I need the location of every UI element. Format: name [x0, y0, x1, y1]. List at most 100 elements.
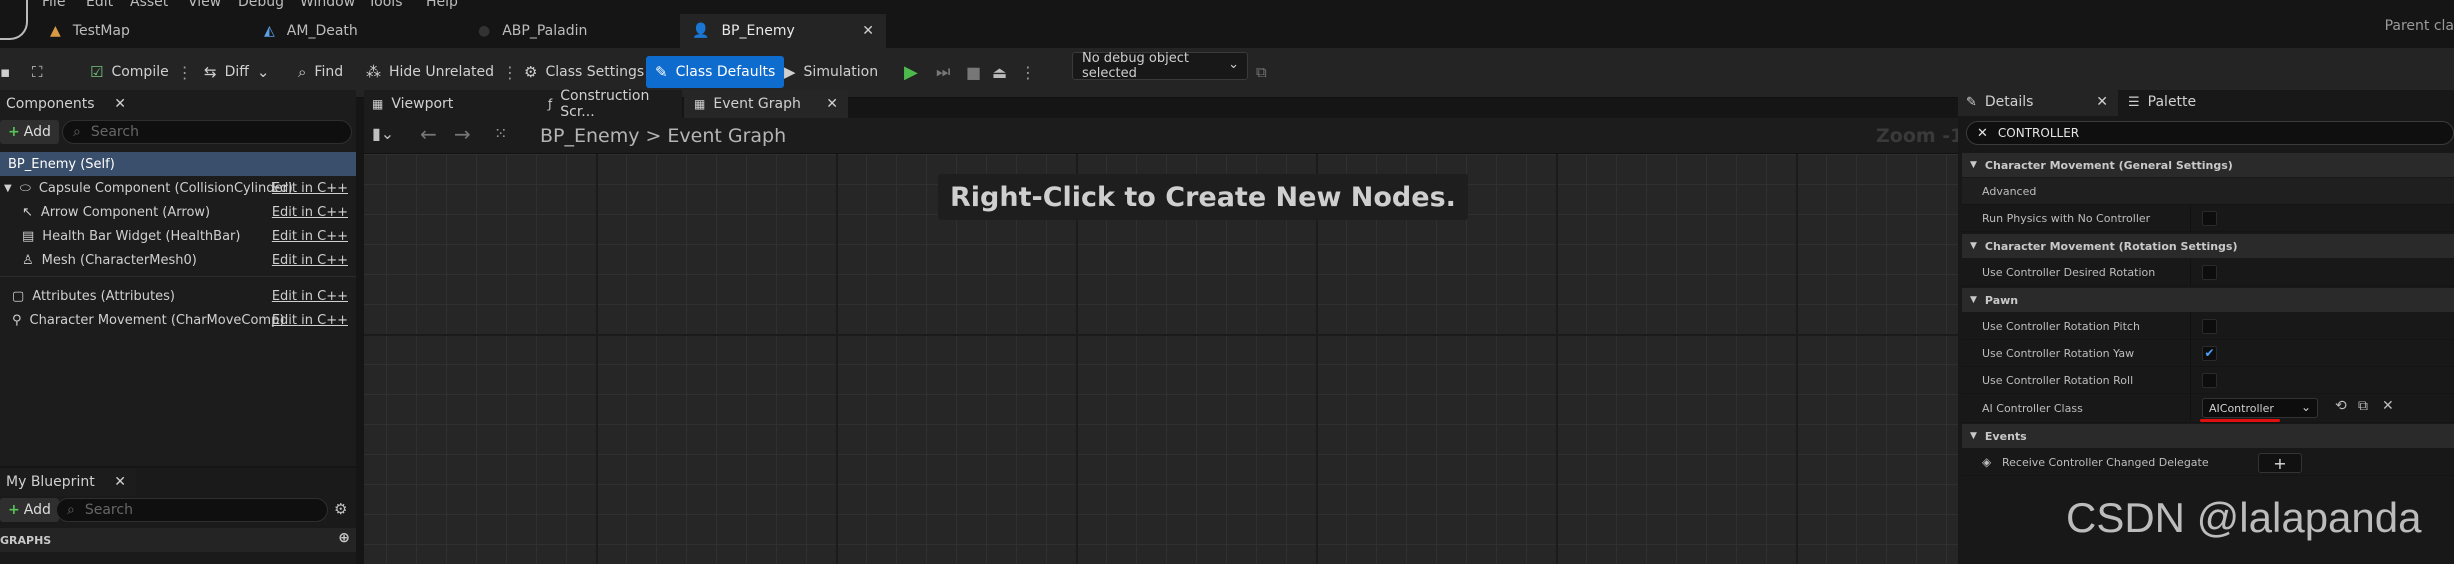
debug-object-select[interactable]: No debug object selected ⌄	[1072, 51, 1248, 81]
forward-arrow-icon[interactable]: →	[454, 122, 471, 146]
stop-button[interactable]: ■	[966, 56, 981, 88]
run-physics-checkbox[interactable]	[2202, 211, 2217, 226]
hide-unrelated-button[interactable]: ⁂ Hide Unrelated ⋮	[366, 56, 518, 88]
diff-icon: ⇆	[204, 63, 217, 81]
close-icon[interactable]: ✕	[862, 23, 874, 39]
section-pawn[interactable]: ▼ Pawn	[1962, 288, 2454, 312]
play-button[interactable]: ▶	[904, 56, 918, 88]
expand-arrow-icon[interactable]: ▼	[4, 183, 12, 194]
browse-button[interactable]: ⛶	[32, 56, 43, 88]
section-events[interactable]: ▼ Events	[1962, 424, 2454, 448]
plus-icon: +	[8, 502, 20, 518]
reset-arrow-icon[interactable]: ⟲	[2335, 398, 2347, 414]
close-icon[interactable]: ✕	[114, 96, 126, 112]
gear-icon[interactable]: ⚙	[334, 500, 347, 518]
component-row-movement[interactable]: ⚲ Character Movement (CharMoveComp) Edit…	[0, 308, 356, 332]
menu-tools[interactable]: Tools	[368, 0, 403, 10]
graphs-section[interactable]: GRAPHS ⊕	[0, 528, 356, 552]
menu-debug[interactable]: Debug	[238, 0, 284, 10]
add-component-button[interactable]: + Add	[0, 120, 59, 144]
tab-testmap[interactable]: ▲ TestMap	[38, 14, 246, 48]
component-row-self[interactable]: BP_Enemy (Self)	[0, 152, 356, 176]
rotation-roll-checkbox[interactable]	[2202, 373, 2217, 388]
browse-folder-icon[interactable]: ⧉	[2358, 398, 2368, 414]
add-member-button[interactable]: + Add	[0, 498, 59, 522]
section-character-movement-rotation[interactable]: ▼ Character Movement (Rotation Settings)	[1962, 234, 2454, 258]
eject-button[interactable]: ⏏	[992, 56, 1007, 88]
class-defaults-button[interactable]: ✎ Class Defaults	[646, 56, 785, 88]
tab-abp-paladin[interactable]: ● ABP_Paladin	[466, 14, 674, 48]
divider	[0, 276, 356, 277]
component-row-capsule[interactable]: ▼ ⬭ Capsule Component (CollisionCylinder…	[0, 176, 356, 200]
close-icon[interactable]: ✕	[2096, 94, 2108, 110]
tab-am-death[interactable]: ◭ AM_Death	[252, 14, 460, 48]
bookmark-icon[interactable]: ▮⌄	[372, 124, 394, 143]
close-icon[interactable]: ✕	[826, 96, 838, 112]
edit-in-cpp-link[interactable]: Edit in C++	[272, 289, 348, 304]
plus-icon: +	[8, 124, 20, 140]
tab-my-blueprint[interactable]: My Blueprint ✕	[0, 468, 136, 496]
save-button[interactable]: ▪	[0, 56, 10, 88]
menu-window[interactable]: Window	[300, 0, 355, 10]
play-options-button[interactable]: ⋮	[1020, 56, 1036, 88]
chevron-down-icon: ⌄	[2300, 400, 2311, 414]
rotation-pitch-checkbox[interactable]	[2202, 319, 2217, 334]
unreal-logo-icon[interactable]	[0, 0, 28, 40]
section-character-movement-general[interactable]: ▼ Character Movement (General Settings)	[1962, 153, 2454, 177]
row-rotation-pitch: Use Controller Rotation Pitch	[1962, 313, 2454, 340]
class-settings-button[interactable]: ⚙ Class Settings	[524, 56, 644, 88]
hide-options-icon[interactable]: ⋮	[502, 63, 518, 82]
find-button[interactable]: ⌕ Find	[298, 56, 343, 88]
tab-details[interactable]: ✎ Details ✕	[1958, 88, 2118, 116]
edit-in-cpp-link[interactable]: Edit in C++	[272, 205, 348, 220]
edit-in-cpp-link[interactable]: Edit in C++	[272, 253, 348, 268]
simulation-button[interactable]: ▶ Simulation	[784, 56, 878, 88]
compile-button[interactable]: ☑ Compile ⋮	[90, 56, 193, 88]
component-row-healthbar[interactable]: ▤ Health Bar Widget (HealthBar) Edit in …	[0, 224, 356, 248]
clear-icon[interactable]: ✕	[2382, 398, 2394, 414]
breadcrumb-leaf[interactable]: Event Graph	[667, 125, 786, 147]
row-ai-controller-class: AI Controller Class AIController ⌄ ⟲ ⧉ ✕	[1962, 394, 2454, 423]
add-graph-icon[interactable]: ⊕	[338, 530, 350, 546]
details-search-input[interactable]: ✕ CONTROLLER	[1966, 121, 2454, 145]
skeletal-mesh-icon: ♙	[22, 252, 34, 268]
tab-construction-script[interactable]: ƒ Construction Scr...	[538, 88, 682, 120]
menu-file[interactable]: File	[42, 0, 65, 10]
add-event-button[interactable]: +	[2258, 453, 2302, 473]
tab-event-graph[interactable]: ▦ Event Graph ✕	[684, 90, 848, 118]
desired-rotation-checkbox[interactable]	[2202, 265, 2217, 280]
close-icon[interactable]: ✕	[114, 474, 126, 490]
component-row-arrow[interactable]: ↖ Arrow Component (Arrow) Edit in C++	[0, 200, 356, 224]
watermark: CSDN @lalapanda	[2066, 494, 2422, 541]
my-blueprint-search-input[interactable]: ⌕ Search	[56, 498, 328, 522]
tab-components[interactable]: Components ✕	[0, 90, 136, 118]
advanced-row[interactable]: Advanced	[1962, 178, 2454, 205]
simulation-icon: ▶	[784, 63, 796, 81]
components-panel: Components ✕ + Add ⌕ Search BP_Enemy (Se…	[0, 90, 356, 466]
arrow-icon: ↖	[22, 204, 33, 220]
edit-in-cpp-link[interactable]: Edit in C++	[272, 229, 348, 244]
step-icon: ⏭	[936, 62, 951, 81]
diff-button[interactable]: ⇆ Diff ⌄	[204, 56, 269, 88]
menu-view[interactable]: View	[188, 0, 221, 10]
rotation-yaw-checkbox[interactable]: ✔	[2202, 346, 2217, 361]
edit-in-cpp-link[interactable]: Edit in C++	[272, 181, 348, 196]
menu-edit[interactable]: Edit	[86, 0, 113, 10]
menu-help[interactable]: Help	[426, 0, 458, 10]
tab-viewport[interactable]: ▦ Viewport	[364, 90, 538, 118]
ai-controller-class-select[interactable]: AIController ⌄	[2202, 398, 2318, 418]
menu-asset[interactable]: Asset	[130, 0, 168, 10]
breadcrumb-root[interactable]: BP_Enemy	[540, 125, 639, 147]
clear-search-icon[interactable]: ✕	[1977, 126, 1988, 141]
edit-in-cpp-link[interactable]: Edit in C++	[272, 313, 348, 328]
tab-palette[interactable]: ☰ Palette	[2124, 88, 2244, 116]
component-row-mesh[interactable]: ♙ Mesh (CharacterMesh0) Edit in C++	[0, 248, 356, 272]
components-search-input[interactable]: ⌕ Search	[62, 120, 352, 144]
debug-browse-button[interactable]: ⧉	[1256, 56, 1267, 88]
tab-bp-enemy[interactable]: 👤 BP_Enemy ✕	[680, 14, 886, 48]
step-button[interactable]: ⏭	[936, 56, 950, 88]
component-row-attributes[interactable]: ▢ Attributes (Attributes) Edit in C++	[0, 284, 356, 308]
palette-icon: ☰	[2128, 94, 2140, 110]
compile-options-icon[interactable]: ⋮	[177, 63, 193, 82]
back-arrow-icon[interactable]: ←	[420, 122, 437, 146]
